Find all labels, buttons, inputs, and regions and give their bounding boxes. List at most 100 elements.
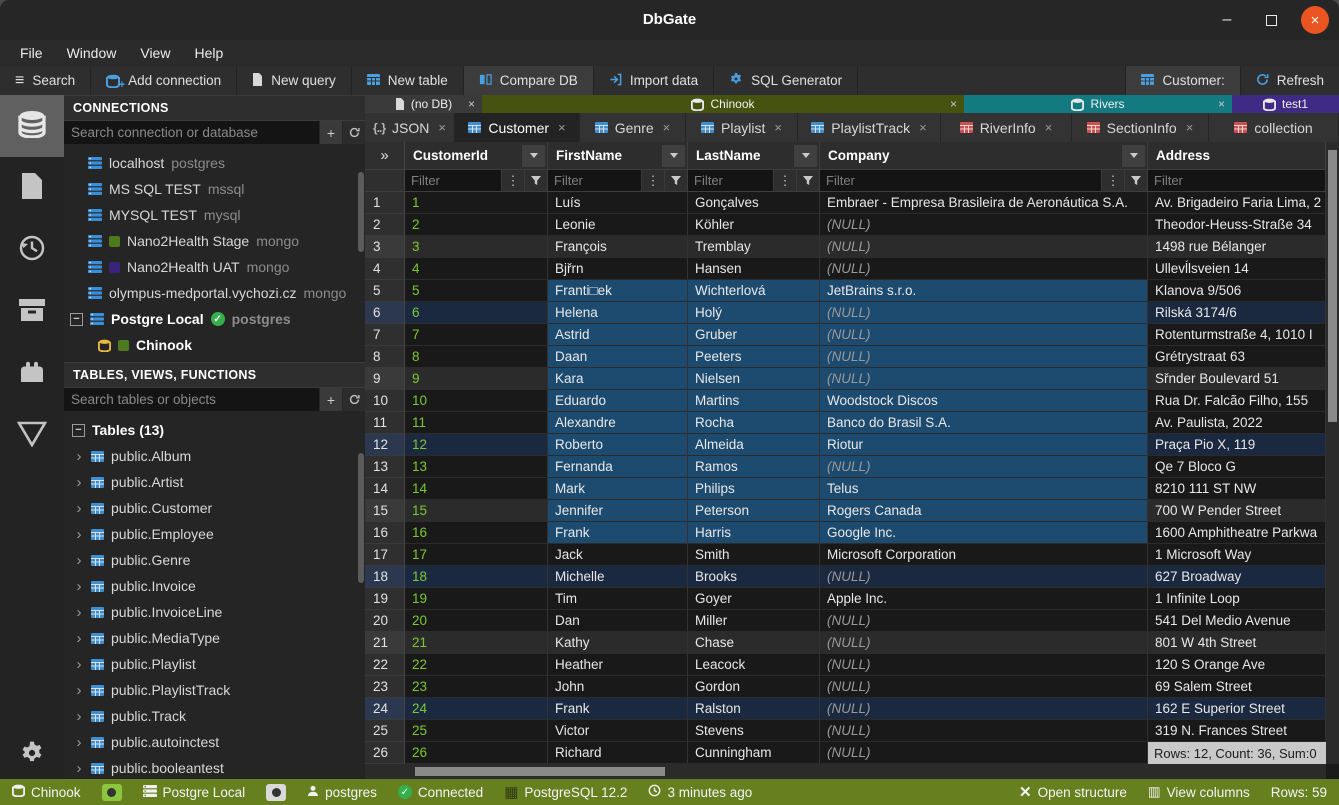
grid-cell[interactable]: Almeida bbox=[688, 434, 820, 456]
chevron-right-icon[interactable]: › bbox=[74, 578, 84, 595]
collapse-icon[interactable]: − bbox=[72, 424, 85, 437]
grid-cell[interactable]: Martins bbox=[688, 390, 820, 412]
chevron-right-icon[interactable]: › bbox=[74, 630, 84, 647]
connections-search-input[interactable] bbox=[64, 121, 319, 144]
menu-file[interactable]: File bbox=[8, 40, 55, 66]
filter-input[interactable] bbox=[548, 170, 641, 191]
grid-cell[interactable]: Peeters bbox=[688, 346, 820, 368]
close-icon[interactable]: × bbox=[1045, 120, 1053, 135]
grid-cell[interactable]: Victor bbox=[548, 720, 688, 742]
close-icon[interactable]: × bbox=[774, 120, 782, 135]
grid-cell[interactable]: Köhler bbox=[688, 214, 820, 236]
row-number-cell[interactable]: 10 bbox=[365, 390, 405, 412]
grid-cell[interactable]: Av. Brigadeiro Faria Lima, 2 bbox=[1148, 192, 1326, 214]
grid-cell[interactable]: Google Inc. bbox=[820, 522, 1148, 544]
vertical-scrollbar-thumb[interactable] bbox=[1328, 150, 1337, 422]
grid-cell[interactable]: Leacock bbox=[688, 654, 820, 676]
grid-cell[interactable]: Ralston bbox=[688, 698, 820, 720]
database-tab[interactable]: (no DB)× bbox=[365, 95, 482, 113]
grid-cell[interactable]: Astrid bbox=[548, 324, 688, 346]
row-number-cell[interactable]: 21 bbox=[365, 632, 405, 654]
horizontal-scrollbar[interactable] bbox=[365, 764, 1326, 779]
row-number-cell[interactable]: 12 bbox=[365, 434, 405, 456]
database-tab[interactable]: test1 bbox=[1232, 95, 1339, 113]
grid-cell[interactable]: 5 bbox=[405, 280, 548, 302]
grid-cell[interactable]: Mark bbox=[548, 478, 688, 500]
grid-cell[interactable]: Microsoft Corporation bbox=[820, 544, 1148, 566]
grid-cell[interactable]: 26 bbox=[405, 742, 548, 764]
grid-cell[interactable]: 23 bbox=[405, 676, 548, 698]
chevron-right-icon[interactable]: › bbox=[74, 526, 84, 543]
grid-cell[interactable]: Embraer - Empresa Brasileira de Aeronáut… bbox=[820, 192, 1148, 214]
grid-cell[interactable]: (NULL) bbox=[820, 676, 1148, 698]
grid-cell[interactable]: 1600 Amphitheatre Parkwa bbox=[1148, 522, 1326, 544]
menu-view[interactable]: View bbox=[128, 40, 182, 66]
add-connection-button[interactable]: + Add connection bbox=[91, 66, 237, 95]
sql-generator-button[interactable]: SQL Generator bbox=[714, 66, 858, 95]
minimize-button[interactable]: – bbox=[1213, 6, 1241, 34]
grid-cell[interactable]: Grétrystraat 63 bbox=[1148, 346, 1326, 368]
grid-cell[interactable]: Leonie bbox=[548, 214, 688, 236]
settings-button[interactable] bbox=[0, 740, 64, 771]
tab-genre[interactable]: Genre× bbox=[580, 113, 686, 142]
row-number-cell[interactable]: 8 bbox=[365, 346, 405, 368]
grid-cell[interactable]: Gonçalves bbox=[688, 192, 820, 214]
maximize-button[interactable] bbox=[1257, 6, 1285, 34]
grid-cell[interactable]: Eduardo bbox=[548, 390, 688, 412]
grid-cell[interactable]: Rogers Canada bbox=[820, 500, 1148, 522]
menu-window[interactable]: Window bbox=[55, 40, 129, 66]
grid-cell[interactable]: (NULL) bbox=[820, 368, 1148, 390]
grid-cell[interactable]: 17 bbox=[405, 544, 548, 566]
current-table-button[interactable]: Customer: bbox=[1125, 66, 1239, 95]
table-item[interactable]: ›public.Genre bbox=[64, 547, 365, 573]
grid-cell[interactable]: (NULL) bbox=[820, 214, 1148, 236]
grid-cell[interactable]: (NULL) bbox=[820, 742, 1148, 764]
grid-cell[interactable]: 10 bbox=[405, 390, 548, 412]
vertical-scrollbar[interactable] bbox=[1326, 142, 1339, 764]
grid-cell[interactable]: Theodor-Heuss-Straße 34 bbox=[1148, 214, 1326, 236]
grid-cell[interactable]: (NULL) bbox=[820, 654, 1148, 676]
grid-cell[interactable]: 2 bbox=[405, 214, 548, 236]
grid-cell[interactable]: Frank bbox=[548, 522, 688, 544]
grid-cell[interactable]: Harris bbox=[688, 522, 820, 544]
row-number-cell[interactable]: 14 bbox=[365, 478, 405, 500]
row-number-cell[interactable]: 22 bbox=[365, 654, 405, 676]
row-number-cell[interactable]: 1 bbox=[365, 192, 405, 214]
grid-cell[interactable]: 801 W 4th Street bbox=[1148, 632, 1326, 654]
grid-cell[interactable]: 18 bbox=[405, 566, 548, 588]
refresh-button[interactable]: Refresh bbox=[1240, 66, 1339, 95]
row-number-cell[interactable]: 2 bbox=[365, 214, 405, 236]
table-item[interactable]: ›public.Customer bbox=[64, 495, 365, 521]
rail-connections-button[interactable] bbox=[0, 95, 64, 157]
tables-search-input[interactable] bbox=[64, 388, 319, 411]
grid-cell[interactable]: (NULL) bbox=[820, 610, 1148, 632]
row-number-cell[interactable]: 16 bbox=[365, 522, 405, 544]
open-structure-button[interactable]: ✕ Open structure bbox=[1019, 783, 1127, 801]
chevron-right-icon[interactable]: › bbox=[74, 656, 84, 673]
grid-cell[interactable]: (NULL) bbox=[820, 698, 1148, 720]
connection-item[interactable]: MYSQL TESTmysql bbox=[64, 202, 365, 228]
close-icon[interactable]: × bbox=[919, 120, 927, 135]
row-number-cell[interactable]: 15 bbox=[365, 500, 405, 522]
grid-cell[interactable]: Miller bbox=[688, 610, 820, 632]
grid-cell[interactable]: 13 bbox=[405, 456, 548, 478]
grid-cell[interactable]: 7 bbox=[405, 324, 548, 346]
refresh-connections-button[interactable] bbox=[342, 121, 365, 144]
grid-cell[interactable]: Roberto bbox=[548, 434, 688, 456]
tab-sectioninfo[interactable]: SectionInfo× bbox=[1072, 113, 1209, 142]
grid-cell[interactable]: 21 bbox=[405, 632, 548, 654]
grid-cell[interactable]: (NULL) bbox=[820, 566, 1148, 588]
close-button[interactable]: × bbox=[1301, 6, 1329, 34]
table-item[interactable]: ›public.InvoiceLine bbox=[64, 599, 365, 625]
grid-cell[interactable]: Klanova 9/506 bbox=[1148, 280, 1326, 302]
grid-cell[interactable]: Chase bbox=[688, 632, 820, 654]
filter-input[interactable] bbox=[688, 170, 773, 191]
grid-cell[interactable]: Holý bbox=[688, 302, 820, 324]
tables-scrollbar[interactable] bbox=[358, 453, 364, 583]
row-number-cell[interactable]: 20 bbox=[365, 610, 405, 632]
database-tab[interactable]: Rivers× bbox=[964, 95, 1232, 113]
row-number-cell[interactable]: 26 bbox=[365, 742, 405, 764]
grid-cell[interactable]: Rotenturmstraße 4, 1010 I bbox=[1148, 324, 1326, 346]
row-number-cell[interactable]: 4 bbox=[365, 258, 405, 280]
add-table-plus-button[interactable]: + bbox=[319, 388, 342, 411]
